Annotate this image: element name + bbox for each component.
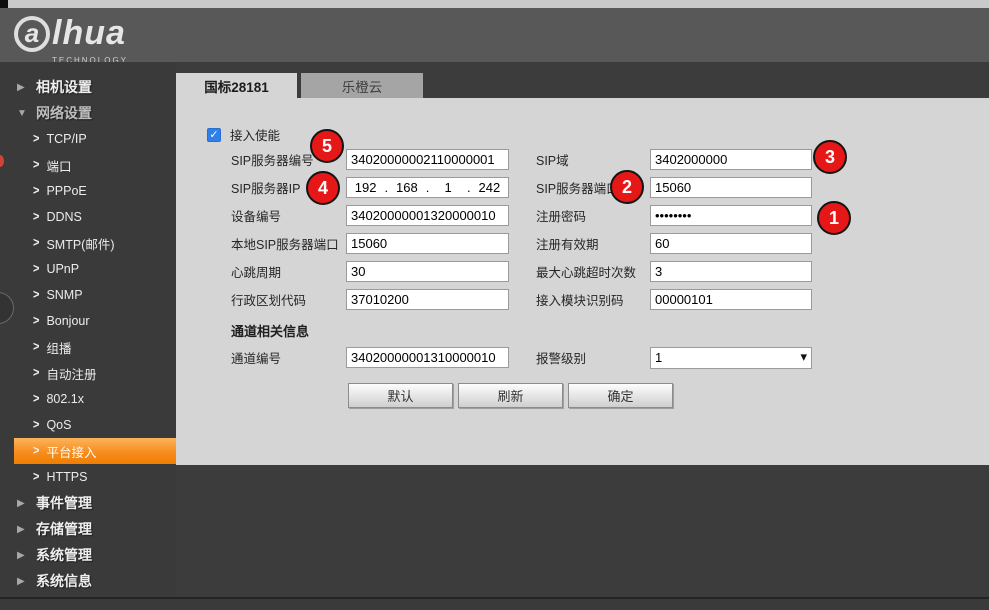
enable-checkbox[interactable]: ✓ xyxy=(207,128,221,142)
tab-gb28181[interactable]: 国标28181 xyxy=(176,73,297,98)
alarm-level-select[interactable]: 1 xyxy=(650,347,812,369)
triangle-right-icon: ▶ xyxy=(17,576,31,587)
channel-section-title: 通道相关信息 xyxy=(231,321,309,340)
chevron-right-icon: > xyxy=(33,340,39,354)
chevron-right-icon: > xyxy=(33,184,39,198)
dahua-logo: a lhua xyxy=(14,14,126,53)
sidebar-item-system-info[interactable]: ▶ 系统信息 xyxy=(0,568,176,594)
channel-id-label: 通道编号 xyxy=(231,348,346,367)
device-id-input[interactable] xyxy=(346,205,509,226)
tab-lechengyun[interactable]: 乐橙云 xyxy=(301,73,423,98)
sidebar-item-pppoe[interactable]: > PPPoE xyxy=(0,178,176,204)
chevron-right-icon: > xyxy=(33,158,39,172)
bottom-divider xyxy=(0,597,989,599)
sidebar-item-8021x[interactable]: > 802.1x xyxy=(0,386,176,412)
register-password-input[interactable] xyxy=(650,205,812,226)
sidebar-item-network-settings[interactable]: ▼ 网络设置 xyxy=(0,100,176,126)
annotation-circle-5: 5 xyxy=(310,129,344,163)
sip-domain-label: SIP域 xyxy=(536,150,650,169)
triangle-right-icon: ▶ xyxy=(17,524,31,535)
top-strip xyxy=(0,0,989,8)
sidebar-item-https[interactable]: > HTTPS xyxy=(0,464,176,490)
sip-server-port-input[interactable] xyxy=(650,177,812,198)
sidebar-item-smtp[interactable]: > SMTP(邮件) xyxy=(0,230,176,256)
sidebar-item-auto-register[interactable]: > 自动注册 xyxy=(0,360,176,386)
enable-checkbox-label: 接入使能 xyxy=(230,125,280,144)
chevron-right-icon: > xyxy=(33,470,39,484)
annotation-circle-1: 1 xyxy=(817,201,851,235)
triangle-right-icon: ▶ xyxy=(17,82,31,93)
heartbeat-period-label: 心跳周期 xyxy=(231,262,346,281)
refresh-button[interactable]: 刷新 xyxy=(458,383,563,408)
sidebar-item-storage-management[interactable]: ▶ 存储管理 xyxy=(0,516,176,542)
dahua-web-config-window: a lhua TECHNOLOGY ▶ 相机设置 ▼ 网络设置 > TCP/IP… xyxy=(0,0,989,610)
sidebar-item-platform-access[interactable]: > 平台接入 xyxy=(14,438,176,464)
top-corner xyxy=(0,0,8,8)
header: a lhua TECHNOLOGY xyxy=(0,8,989,62)
admin-region-code-label: 行政区划代码 xyxy=(231,290,346,309)
default-button[interactable]: 默认 xyxy=(348,383,453,408)
access-module-id-label: 接入模块识别码 xyxy=(536,290,650,309)
local-sip-port-input[interactable] xyxy=(346,233,509,254)
sidebar-item-camera-settings[interactable]: ▶ 相机设置 xyxy=(0,74,176,100)
sidebar-item-qos[interactable]: > QoS xyxy=(0,412,176,438)
chevron-right-icon: > xyxy=(33,236,39,250)
chevron-right-icon: > xyxy=(33,366,39,380)
sip-server-id-input[interactable] xyxy=(346,149,509,170)
logo-a-ring: a xyxy=(14,16,50,52)
chevron-right-icon: > xyxy=(33,314,39,328)
sidebar: ▶ 相机设置 ▼ 网络设置 > TCP/IP > 端口 > PPPoE > DD… xyxy=(0,62,176,597)
annotation-circle-3: 3 xyxy=(813,140,847,174)
annotation-circle-2: 2 xyxy=(610,170,644,204)
confirm-button[interactable]: 确定 xyxy=(568,383,673,408)
alarm-level-label: 报警级别 xyxy=(536,348,650,367)
chevron-right-icon: > xyxy=(33,210,39,224)
local-sip-port-label: 本地SIP服务器端口 xyxy=(231,234,346,253)
sip-domain-input[interactable] xyxy=(650,149,812,170)
chevron-right-icon: > xyxy=(33,132,39,146)
sidebar-item-event-management[interactable]: ▶ 事件管理 xyxy=(0,490,176,516)
register-valid-period-label: 注册有效期 xyxy=(536,234,650,253)
max-heartbeat-timeout-label: 最大心跳超时次数 xyxy=(536,262,650,281)
triangle-right-icon: ▶ xyxy=(17,550,31,561)
heartbeat-period-input[interactable] xyxy=(346,261,509,282)
triangle-right-icon: ▶ xyxy=(17,498,31,509)
register-valid-period-input[interactable] xyxy=(650,233,812,254)
sidebar-item-multicast[interactable]: > 组播 xyxy=(0,334,176,360)
chevron-right-icon: > xyxy=(33,392,39,406)
admin-region-code-input[interactable] xyxy=(346,289,509,310)
sidebar-item-tcpip[interactable]: > TCP/IP xyxy=(0,126,176,152)
sidebar-item-snmp[interactable]: > SNMP xyxy=(0,282,176,308)
triangle-down-icon: ▼ xyxy=(17,108,31,119)
sidebar-item-system-management[interactable]: ▶ 系统管理 xyxy=(0,542,176,568)
annotation-circle-4: 4 xyxy=(306,171,340,205)
channel-id-input[interactable] xyxy=(346,347,509,368)
sidebar-item-upnp[interactable]: > UPnP xyxy=(0,256,176,282)
sidebar-item-ddns[interactable]: > DDNS xyxy=(0,204,176,230)
chevron-right-icon: > xyxy=(33,288,39,302)
chevron-right-icon: > xyxy=(33,418,39,432)
max-heartbeat-timeout-input[interactable] xyxy=(650,261,812,282)
device-id-label: 设备编号 xyxy=(231,206,346,225)
register-password-label: 注册密码 xyxy=(536,206,650,225)
sidebar-item-bonjour[interactable]: > Bonjour xyxy=(0,308,176,334)
chevron-right-icon: > xyxy=(33,262,39,276)
settings-panel: ✓ 接入使能 SIP服务器编号 SIP服务器IP 192.168.1.242 设… xyxy=(176,98,989,465)
access-module-id-input[interactable] xyxy=(650,289,812,310)
sidebar-item-port[interactable]: > 端口 xyxy=(0,152,176,178)
sip-server-ip-input[interactable]: 192.168.1.242 xyxy=(346,177,509,198)
chevron-right-icon: > xyxy=(33,444,39,458)
